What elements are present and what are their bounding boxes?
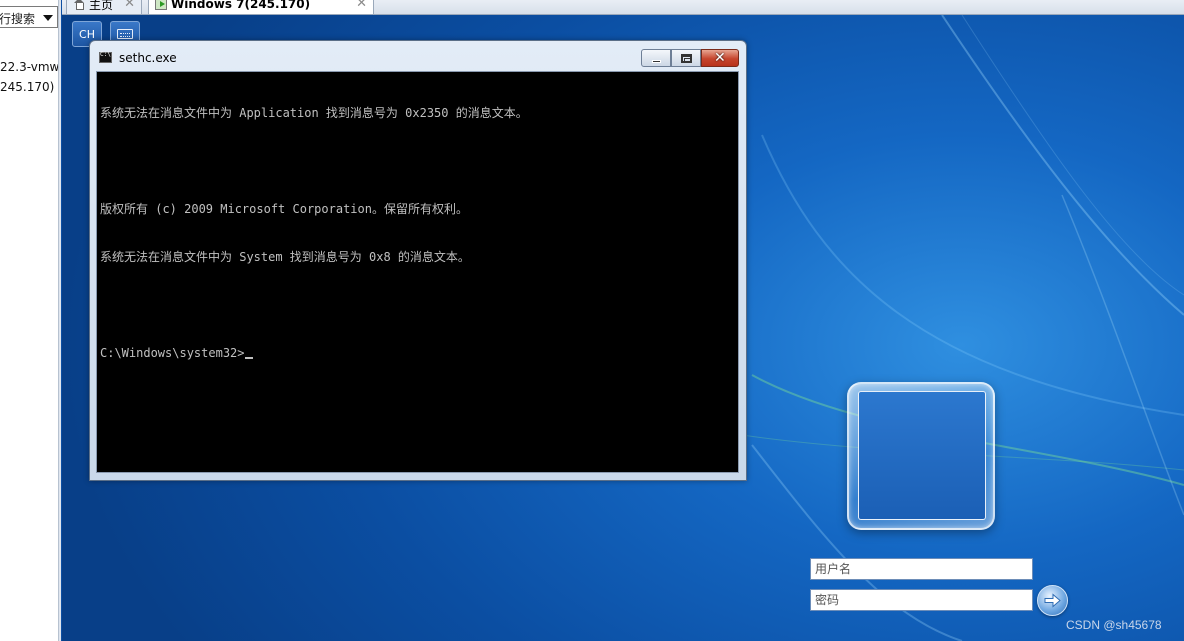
tab-windows7-label: Windows 7(245.170) xyxy=(171,0,311,11)
vm-guest-screen[interactable]: CH sethc.exe ✕ 系统无法在消息文件中为 Application 找… xyxy=(62,15,1184,641)
console-output[interactable]: 系统无法在消息文件中为 Application 找到消息号为 0x2350 的消… xyxy=(96,71,739,473)
library-sidebar: 行搜索 22.3-vmw 245.170) xyxy=(0,0,60,641)
minimize-icon xyxy=(652,60,661,63)
cmd-titlebar[interactable]: sethc.exe ✕ xyxy=(90,41,746,71)
tab-home-label: 主页 xyxy=(89,0,114,12)
vm-icon xyxy=(155,0,167,10)
user-picture xyxy=(858,391,986,520)
restore-icon xyxy=(681,54,692,63)
cmd-window-title: sethc.exe xyxy=(119,51,177,65)
console-line: 系统无法在消息文件中为 System 找到消息号为 0x8 的消息文本。 xyxy=(100,250,470,264)
tab-strip: 主页 ✕ Windows 7(245.170) ✕ xyxy=(62,0,1184,15)
keyboard-icon xyxy=(117,29,133,39)
console-prompt: C:\Windows\system32> xyxy=(100,346,245,360)
tab-windows7-close-icon[interactable]: ✕ xyxy=(356,0,367,10)
password-field[interactable] xyxy=(810,589,1033,611)
user-picture-frame xyxy=(847,382,995,530)
login-submit-button[interactable] xyxy=(1037,585,1068,616)
library-search-text: 行搜索 xyxy=(0,12,36,26)
tab-windows7[interactable]: Windows 7(245.170) ✕ xyxy=(148,0,374,14)
console-line: 系统无法在消息文件中为 Application 找到消息号为 0x2350 的消… xyxy=(100,106,528,120)
tab-home[interactable]: 主页 ✕ xyxy=(66,0,142,14)
console-icon xyxy=(99,51,112,63)
username-field[interactable] xyxy=(810,558,1033,580)
cmd-window[interactable]: sethc.exe ✕ 系统无法在消息文件中为 Application 找到消息… xyxy=(89,40,747,481)
maximize-button[interactable] xyxy=(671,49,701,67)
arrow-right-icon xyxy=(1044,593,1061,608)
library-item-vm-ip[interactable]: 245.170) xyxy=(0,80,54,94)
console-line: 版权所有 (c) 2009 Microsoft Corporation。保留所有… xyxy=(100,202,468,216)
text-cursor xyxy=(244,357,253,359)
sidebar-splitter[interactable] xyxy=(58,0,61,641)
search-dropdown-icon[interactable] xyxy=(41,10,55,24)
close-icon: ✕ xyxy=(714,50,726,66)
minimize-button[interactable] xyxy=(641,49,671,67)
console-prompt-line[interactable]: C:\Windows\system32> xyxy=(100,345,528,361)
home-icon xyxy=(73,0,85,10)
close-button[interactable]: ✕ xyxy=(701,49,739,67)
library-item-vm-name[interactable]: 22.3-vmw xyxy=(0,60,59,74)
csdn-watermark: CSDN @sh45678 xyxy=(1066,618,1162,632)
library-search-box[interactable]: 行搜索 xyxy=(0,6,58,28)
tab-home-close-icon[interactable]: ✕ xyxy=(124,0,135,10)
